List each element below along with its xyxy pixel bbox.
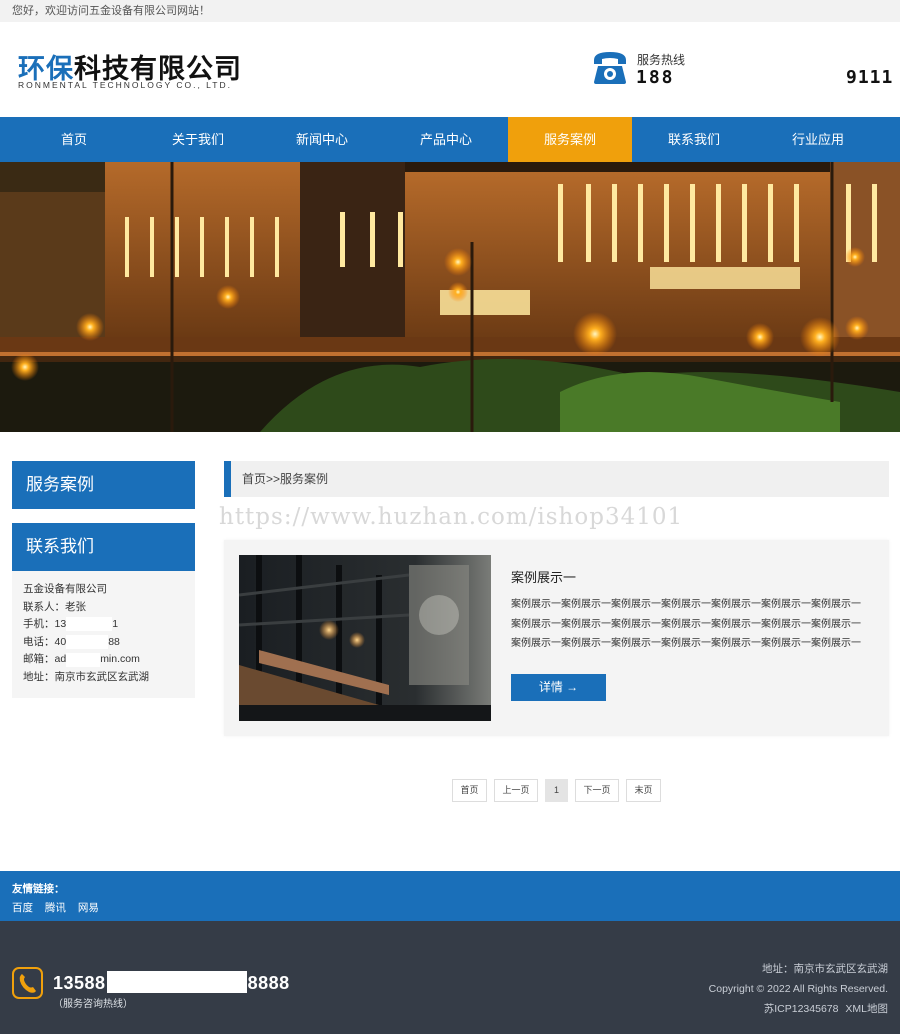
pagination: 首页 上一页 1 下一页 末页 xyxy=(452,779,661,802)
footer-info: 地址：南京市玄武区玄武湖 Copyright © 2022 All Rights… xyxy=(709,959,888,1019)
friend-links-title: 友情链接： xyxy=(12,883,65,895)
watermark-url: https://www.huzhan.com/ishop34101 xyxy=(219,504,684,530)
sidebar-contact-info: 五金设备有限公司 联系人：老张 手机：13 1 电话：40 88 邮箱：ad min.… xyxy=(12,571,195,698)
contact-person: 联系人：老张 xyxy=(23,600,86,613)
page-current[interactable]: 1 xyxy=(545,779,568,802)
friend-links-bar: 友情链接： 百度 腾讯 网易 xyxy=(0,871,900,921)
main-nav: 首页 关于我们 新闻中心 产品中心 服务案例 联系我们 行业应用 xyxy=(0,117,900,162)
footer-phone-label: （服务咨询热线） xyxy=(53,999,133,1010)
nav-item-cases[interactable]: 服务案例 xyxy=(508,117,632,162)
friend-link-tencent[interactable]: 腾讯 xyxy=(45,902,66,914)
footer-icp-row: 苏ICP12345678 XML地图 xyxy=(709,999,888,1019)
contact-phone: 电话：40 88 xyxy=(23,635,120,649)
site-header: 环保科技有限公司 RONMENTAL TECHNOLOGY CO., LTD. … xyxy=(0,22,900,117)
nav-item-products[interactable]: 产品中心 xyxy=(384,117,508,162)
welcome-text: 您好，欢迎访问五金设备有限公司网站！ xyxy=(12,5,210,17)
friend-link-netease[interactable]: 网易 xyxy=(78,902,99,914)
case-detail-button[interactable]: 详情 → xyxy=(511,674,606,701)
nav-item-about[interactable]: 关于我们 xyxy=(136,117,260,162)
case-list-item[interactable]: 案例展示一 案例展示一案例展示一案例展示一案例展示一案例展示一案例展示一案例展示… xyxy=(224,540,889,736)
friend-link-baidu[interactable]: 百度 xyxy=(12,902,33,914)
phone-icon xyxy=(12,967,43,999)
breadcrumb: 首页>>服务案例 xyxy=(224,461,889,497)
page-last-button[interactable]: 末页 xyxy=(626,779,661,802)
case-description-line: 案例展示一案例展示一案例展示一案例展示一案例展示一案例展示一案例展示一 xyxy=(511,618,861,630)
hotline-number-end: 9111 xyxy=(846,67,894,88)
page-first-button[interactable]: 首页 xyxy=(452,779,487,802)
nav-item-contact[interactable]: 联系我们 xyxy=(632,117,756,162)
hotline-number-start: 188 xyxy=(636,67,675,88)
breadcrumb-text[interactable]: 首页>>服务案例 xyxy=(242,472,328,486)
contact-address: 地址：南京市玄武区玄武湖 xyxy=(23,670,149,683)
top-welcome-bar: 您好，欢迎访问五金设备有限公司网站！ xyxy=(0,0,900,22)
hotline-label: 服务热线 xyxy=(637,53,686,67)
contact-mobile: 手机：13 1 xyxy=(23,617,119,632)
page-next-button[interactable]: 下一页 xyxy=(575,779,619,802)
footer-address: 地址：南京市玄武区玄武湖 xyxy=(762,963,888,975)
contact-email: 邮箱：ad min.com xyxy=(23,652,140,667)
nav-item-industry[interactable]: 行业应用 xyxy=(756,117,880,162)
sidebar-title-contact: 联系我们 xyxy=(12,523,195,571)
footer-sitemap-link[interactable]: XML地图 xyxy=(845,1003,888,1015)
footer-icp[interactable]: 苏ICP12345678 xyxy=(764,1003,839,1015)
contact-company: 五金设备有限公司 xyxy=(23,583,107,595)
hero-banner-image xyxy=(0,162,900,432)
case-title[interactable]: 案例展示一 xyxy=(511,567,576,586)
logo-subtitle: RONMENTAL TECHNOLOGY CO., LTD. xyxy=(18,80,232,90)
nav-item-news[interactable]: 新闻中心 xyxy=(260,117,384,162)
case-description-line: 案例展示一案例展示一案例展示一案例展示一案例展示一案例展示一案例展示一 xyxy=(511,599,861,610)
case-description-line: 案例展示一案例展示一案例展示一案例展示一案例展示一案例展示一案例展示一 xyxy=(511,638,861,649)
case-thumbnail-image[interactable] xyxy=(239,555,491,721)
case-description: 案例展示一案例展示一案例展示一案例展示一案例展示一案例展示一案例展示一 案例展示… xyxy=(511,595,873,654)
site-footer: 13588 8888 （服务咨询热线） 地址：南京市玄武区玄武湖 Copyrigh… xyxy=(0,921,900,1034)
footer-phone-number: 13588 8888 xyxy=(53,971,290,993)
nav-item-home[interactable]: 首页 xyxy=(12,117,136,162)
footer-copyright: Copyright © 2022 All Rights Reserved. xyxy=(708,983,888,995)
page-prev-button[interactable]: 上一页 xyxy=(494,779,538,802)
sidebar-title-cases[interactable]: 服务案例 xyxy=(12,461,195,509)
telephone-icon xyxy=(594,52,626,84)
